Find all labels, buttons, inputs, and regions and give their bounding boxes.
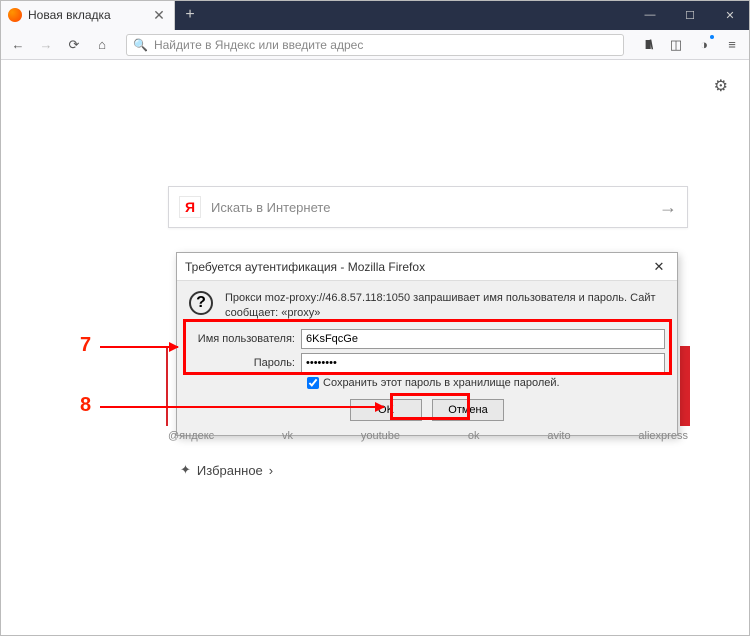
favorites-label: Избранное [197, 463, 263, 478]
annotation-label-7: 7 [80, 334, 91, 357]
quicklink-aliexpress[interactable]: aliexpress [638, 430, 688, 442]
username-label: Имя пользователя: [189, 333, 301, 345]
search-placeholder: Искать в Интернете [201, 200, 659, 215]
dialog-message: Прокси moz-proxy://46.8.57.118:1050 запр… [225, 291, 665, 321]
annotation-arrow-8 [100, 406, 384, 408]
save-password-label: Сохранить этот пароль в хранилище пароле… [323, 377, 560, 389]
quicklink-yandex[interactable]: @яндекс [168, 430, 214, 442]
password-input[interactable] [301, 353, 665, 373]
dialog-title: Требуется аутентификация - Mozilla Firef… [185, 260, 649, 274]
library-icon[interactable]: III\ [636, 33, 660, 57]
browser-toolbar: ← → ⟳ ⌂ 🔍 Найдите в Яндекс или введите а… [0, 30, 750, 60]
chevron-right-icon: › [269, 463, 273, 478]
auth-dialog: Требуется аутентификация - Mozilla Firef… [176, 252, 678, 436]
save-password-checkbox[interactable]: Сохранить этот пароль в хранилище пароле… [307, 377, 665, 389]
question-icon: ? [189, 291, 213, 315]
quicklink-youtube[interactable]: youtube [361, 430, 400, 442]
url-placeholder: Найдите в Яндекс или введите адрес [154, 38, 363, 52]
page-content: ⚙ Я Искать в Интернете → Требуется аутен… [0, 60, 750, 636]
favorites-link[interactable]: ✦ Избранное › [180, 462, 273, 478]
annotation-arrow-7 [100, 346, 178, 348]
url-bar[interactable]: 🔍 Найдите в Яндекс или введите адрес [126, 34, 624, 56]
forward-button[interactable]: → [34, 33, 58, 57]
back-button[interactable]: ← [6, 33, 30, 57]
ok-button[interactable]: OK [350, 399, 422, 421]
close-window-button[interactable]: ✕ [710, 0, 750, 30]
sidebar-icon[interactable]: ◫ [664, 33, 688, 57]
search-go-icon[interactable]: → [659, 197, 677, 218]
dialog-titlebar: Требуется аутентификация - Mozilla Firef… [177, 253, 677, 281]
username-input[interactable] [301, 329, 665, 349]
cancel-button[interactable]: Отмена [432, 399, 504, 421]
minimize-button[interactable]: — [630, 0, 670, 30]
search-icon: 🔍 [133, 38, 148, 52]
gear-icon[interactable]: ⚙ [714, 76, 728, 96]
firefox-icon [8, 8, 22, 22]
quicklink-avito[interactable]: avito [547, 430, 570, 442]
annotation-label-8: 8 [80, 394, 91, 417]
reload-button[interactable]: ⟳ [62, 33, 86, 57]
window-controls: — ☐ ✕ [630, 0, 750, 30]
quicklink-ok[interactable]: ok [468, 430, 480, 442]
dialog-close-icon[interactable]: ✕ [649, 259, 669, 275]
yandex-search-box[interactable]: Я Искать в Интернете → [168, 186, 688, 228]
new-tab-button[interactable]: + [175, 0, 205, 30]
password-label: Пароль: [189, 357, 301, 369]
quick-links: @яндекс vk youtube ok avito aliexpress [168, 430, 688, 442]
window-titlebar: Новая вкладка ✕ + — ☐ ✕ [0, 0, 750, 30]
tab-title: Новая вкладка [28, 8, 146, 22]
menu-button[interactable]: ≡ [720, 33, 744, 57]
maximize-button[interactable]: ☐ [670, 0, 710, 30]
yandex-logo: Я [179, 196, 201, 218]
quicklink-vk[interactable]: vk [282, 430, 293, 442]
tab-close-icon[interactable]: ✕ [152, 7, 166, 24]
account-icon[interactable]: ◑ [692, 33, 716, 57]
favorites-icon: ✦ [180, 462, 191, 478]
save-password-check[interactable] [307, 377, 319, 389]
browser-tab[interactable]: Новая вкладка ✕ [0, 0, 175, 30]
home-button[interactable]: ⌂ [90, 33, 114, 57]
